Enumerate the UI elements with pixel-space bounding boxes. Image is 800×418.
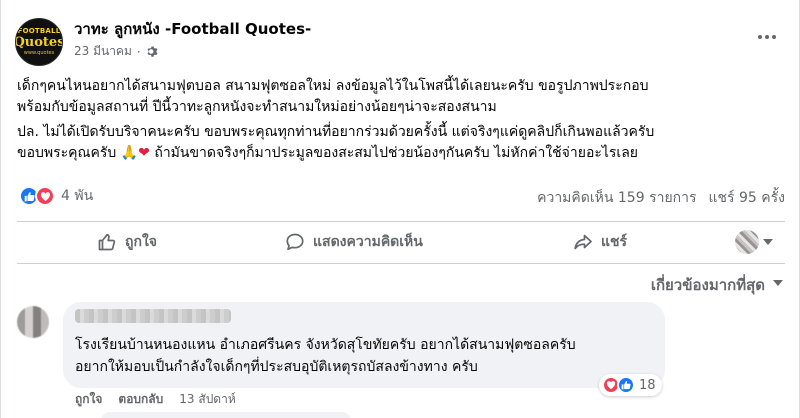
comment-label: แสดงความคิดเห็น <box>313 234 423 250</box>
thumbs-up-icon <box>98 233 116 251</box>
comment-line: โรงเรียนบ้านหนองแหน อำเภอศรีนคร จังหวัดส… <box>75 337 576 353</box>
post-paragraph-1: เด็กๆคนไหนอยากได้สนามฟุตบอล สนามฟุตซอลให… <box>17 76 787 118</box>
post-line: เด็กๆคนไหนอยากได้สนามฟุตบอล สนามฟุตซอลให… <box>17 78 649 94</box>
share-icon <box>574 234 592 250</box>
post-text-thanks: ขอบพระคุณครับ <box>17 145 117 161</box>
chevron-down-icon[interactable] <box>773 280 783 286</box>
reaction-summary[interactable]: 4 พัน <box>19 185 93 207</box>
comment-reply-button[interactable]: ตอบกลับ <box>118 390 163 409</box>
like-label: ถูกใจ <box>125 234 157 250</box>
chevron-down-icon <box>763 239 773 245</box>
divider <box>17 263 785 264</box>
comment-button[interactable]: แสดงความคิดเห็น <box>285 231 423 253</box>
dot-icon <box>758 35 762 39</box>
dot-icon <box>765 35 769 39</box>
page-avatar[interactable]: FOOTBALL Quotes www.quotes <box>15 18 63 66</box>
avatar-logo-text-2: Quotes <box>15 35 63 50</box>
post-paragraph-2: ปล. ไม่ได้เปิดรับบริจาคนะครับ ขอบพระคุณท… <box>17 122 787 164</box>
comment-reaction-count: 18 <box>639 377 656 393</box>
post-meta: 23 มีนาคม · <box>74 42 159 61</box>
comment-sort-dropdown[interactable]: เกี่ยวข้องมากที่สุด <box>651 273 765 297</box>
page-name-link[interactable]: วาทะ ลูกหนัง -Football Quotes- <box>74 17 311 41</box>
shares-count-link[interactable]: แชร์ 95 ครั้ง <box>709 187 785 209</box>
comment-like-button[interactable]: ถูกใจ <box>75 390 102 409</box>
share-label: แชร์ <box>601 234 628 250</box>
post-text-auction: ถ้ามันขาดจริงๆก็มาประมูลของสะสมไปช่วยน้อ… <box>154 145 638 161</box>
comment-line: อยากให้มอบเป็นกำลังใจเด็กๆที่ประสบอุบัติ… <box>75 359 478 375</box>
post-counts: ความคิดเห็น 159 รายการ แชร์ 95 ครั้ง <box>537 187 785 209</box>
post-line: ขอบพระคุณครับ 🙏❤ ถ้ามันขาดจริงๆก็มาประมู… <box>17 143 787 164</box>
reactions-count: 4 พัน <box>61 188 94 204</box>
comments-count-link[interactable]: ความคิดเห็น 159 รายการ <box>537 187 696 209</box>
commenter-avatar[interactable] <box>17 306 49 338</box>
comment-timestamp[interactable]: 13 สัปดาห์ <box>179 390 235 409</box>
next-comment-bubble <box>101 412 351 418</box>
post-line: ปล. ไม่ได้เปิดรับบริจาคนะครับ ขอบพระคุณท… <box>17 124 655 140</box>
post-date-link[interactable]: 23 มีนาคม <box>74 42 132 61</box>
user-avatar <box>735 230 759 254</box>
commenter-name-blurred[interactable] <box>75 309 231 323</box>
dot-icon <box>772 35 776 39</box>
comment-text: โรงเรียนบ้านหนองแหน อำเภอศรีนคร จังหวัดส… <box>75 334 576 378</box>
post-line: พร้อมกับข้อมูลสถานที่ ปีนี้วาทะลูกหนังจะ… <box>17 99 497 115</box>
comment-actions: ถูกใจ ตอบกลับ 13 สัปดาห์ <box>75 390 236 409</box>
comment-bubble: โรงเรียนบ้านหนองแหน อำเภอศรีนคร จังหวัดส… <box>63 302 665 388</box>
share-as-selector[interactable] <box>735 230 773 254</box>
pray-emoji-icon: 🙏 <box>120 145 139 161</box>
share-button[interactable]: แชร์ <box>573 231 627 253</box>
like-reaction-icon <box>617 376 635 394</box>
avatar-logo-text-3: www.quotes <box>23 50 55 56</box>
heart-emoji-icon: ❤ <box>138 145 150 161</box>
post-action-bar: ถูกใจ แสดงความคิดเห็น แชร์ <box>17 222 785 262</box>
more-options-button[interactable] <box>755 27 779 47</box>
gear-icon[interactable] <box>146 45 159 58</box>
post-card: FOOTBALL Quotes www.quotes วาทะ ลูกหนัง … <box>0 0 800 418</box>
like-button[interactable]: ถูกใจ <box>97 231 157 253</box>
meta-separator: · <box>136 44 141 59</box>
love-reaction-icon <box>35 186 55 206</box>
comment-reactions[interactable]: 18 <box>599 374 662 396</box>
comment-icon <box>286 233 304 251</box>
